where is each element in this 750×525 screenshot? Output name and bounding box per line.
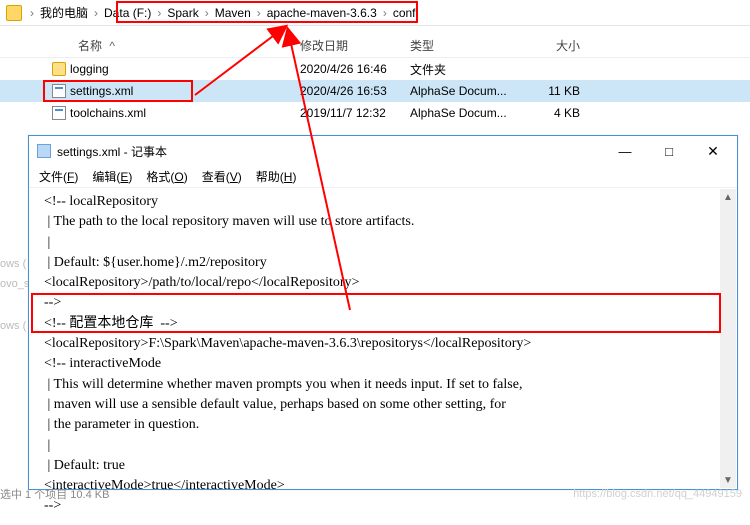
menu-help[interactable]: 帮助(H) [250, 168, 303, 185]
status-bar-text: 选中 1 个项目 10.4 KB [0, 486, 109, 502]
file-explorer: › 我的电脑 › Data (F:) › Spark › Maven › apa… [0, 0, 750, 135]
chevron-right-icon: › [255, 6, 263, 20]
breadcrumb-item[interactable]: Data (F:) [100, 6, 155, 20]
menubar: 文件(F) 编辑(E) 格式(O) 查看(V) 帮助(H) [29, 166, 737, 188]
text-line: --> [37, 496, 729, 516]
text-line: <!-- interactiveMode [37, 354, 729, 374]
chevron-right-icon: › [92, 6, 100, 20]
menu-edit[interactable]: 编辑(E) [86, 168, 138, 185]
text-line: | the parameter in question. [37, 415, 729, 435]
file-list-header[interactable]: 名称 ^ 修改日期 类型 大小 [0, 28, 750, 58]
text-line: | This will determine whether maven prom… [37, 375, 729, 395]
text-line: | The path to the local repository maven… [37, 212, 729, 232]
sort-indicator-icon: ^ [109, 39, 115, 53]
column-header-name-label: 名称 [78, 39, 102, 53]
maximize-button[interactable]: □ [647, 137, 691, 165]
file-date: 2020/4/26 16:46 [300, 62, 410, 76]
file-date: 2020/4/26 16:53 [300, 84, 410, 98]
occluded-text: ows ( [0, 258, 28, 270]
occluded-text: ovo_s [0, 278, 28, 290]
file-name: logging [70, 62, 300, 76]
menu-format[interactable]: 格式(O) [140, 168, 193, 185]
chevron-right-icon: › [155, 6, 163, 20]
text-line: <localRepository>/path/to/local/repo</lo… [37, 273, 729, 293]
file-size: 11 KB [520, 84, 590, 98]
text-line: | maven will use a sensible default valu… [37, 395, 729, 415]
text-line: | Default: ${user.home}/.m2/repository [37, 253, 729, 273]
notepad-window: settings.xml - 记事本 — □ ✕ 文件(F) 编辑(E) 格式(… [28, 135, 738, 490]
file-row[interactable]: toolchains.xml 2019/11/7 12:32 AlphaSe D… [0, 102, 750, 124]
breadcrumb-item[interactable]: Spark [163, 6, 202, 20]
menu-view[interactable]: 查看(V) [196, 168, 248, 185]
menu-file[interactable]: 文件(F) [33, 168, 84, 185]
text-line: | [37, 233, 729, 253]
text-line: <!-- localRepository [37, 192, 729, 212]
occluded-text: ows ( [0, 320, 28, 332]
breadcrumb-item[interactable]: Maven [211, 6, 255, 20]
titlebar[interactable]: settings.xml - 记事本 — □ ✕ [29, 136, 737, 166]
file-type: 文件夹 [410, 61, 520, 78]
file-size: 4 KB [520, 106, 590, 120]
file-row[interactable]: logging 2020/4/26 16:46 文件夹 [0, 58, 750, 80]
close-button[interactable]: ✕ [691, 137, 735, 165]
file-type: AlphaSe Docum... [410, 106, 520, 120]
chevron-right-icon: › [28, 6, 36, 20]
scrollbar-vertical[interactable]: ▲ ▼ [720, 189, 736, 488]
scroll-up-icon[interactable]: ▲ [720, 189, 736, 205]
text-area[interactable]: <!-- localRepository | The path to the l… [29, 188, 737, 525]
notepad-icon [37, 144, 51, 158]
breadcrumb[interactable]: › 我的电脑 › Data (F:) › Spark › Maven › apa… [0, 0, 750, 26]
column-header-name[interactable]: 名称 ^ [78, 37, 300, 54]
window-title: settings.xml - 记事本 [57, 143, 603, 160]
file-row[interactable]: settings.xml 2020/4/26 16:53 AlphaSe Doc… [0, 80, 750, 102]
xml-file-icon [52, 106, 66, 120]
file-date: 2019/11/7 12:32 [300, 106, 410, 120]
text-line: <interactiveMode>true</interactiveMode> [37, 476, 729, 496]
folder-icon [6, 5, 22, 21]
column-header-type[interactable]: 类型 [410, 37, 520, 54]
text-line: | Default: true [37, 456, 729, 476]
column-header-size[interactable]: 大小 [520, 37, 590, 54]
chevron-right-icon: › [203, 6, 211, 20]
breadcrumb-item[interactable]: conf [389, 6, 420, 20]
file-name: settings.xml [70, 84, 300, 98]
text-line: | [37, 436, 729, 456]
xml-file-icon [52, 84, 66, 98]
text-line: <!-- 配置本地仓库 --> [37, 314, 729, 334]
minimize-button[interactable]: — [603, 137, 647, 165]
breadcrumb-root[interactable]: 我的电脑 [36, 4, 92, 21]
column-header-date[interactable]: 修改日期 [300, 37, 410, 54]
folder-icon [52, 62, 66, 76]
text-line: --> [37, 293, 729, 313]
breadcrumb-item[interactable]: apache-maven-3.6.3 [263, 6, 381, 20]
file-list: 名称 ^ 修改日期 类型 大小 logging 2020/4/26 16:46 … [0, 26, 750, 124]
scroll-down-icon[interactable]: ▼ [720, 472, 736, 488]
text-line: <localRepository>F:\Spark\Maven\apache-m… [37, 334, 729, 354]
chevron-right-icon: › [381, 6, 389, 20]
file-type: AlphaSe Docum... [410, 84, 520, 98]
file-name: toolchains.xml [70, 106, 300, 120]
